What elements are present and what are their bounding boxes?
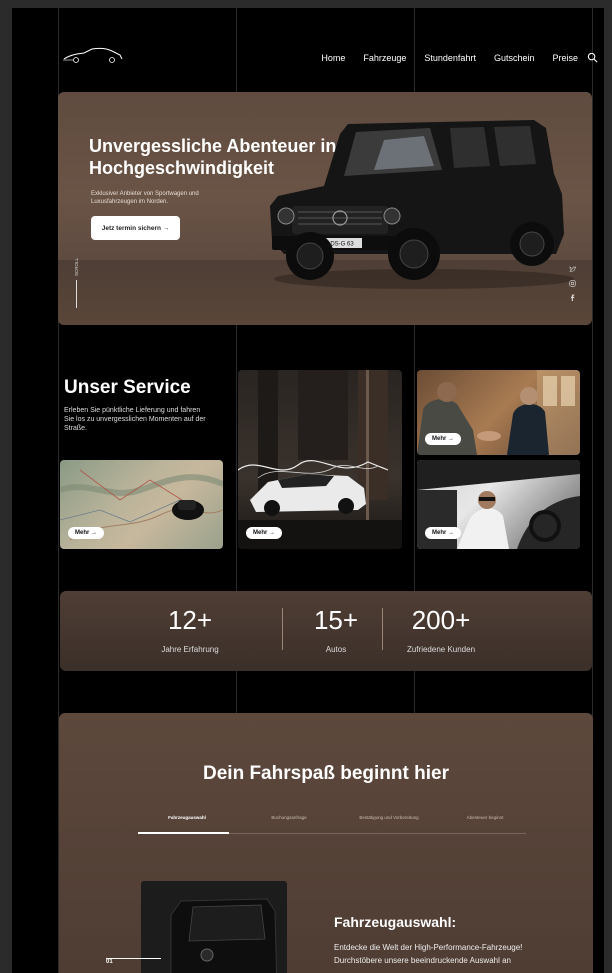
step-heading: Fahrzeugauswahl: [334, 914, 457, 930]
facebook-icon[interactable] [569, 294, 576, 301]
search-icon[interactable] [587, 52, 598, 63]
journey-tabs: Fahrzeugauswahl Buchungsanfrage Bestätig… [138, 813, 526, 834]
white-sportscar-image [238, 370, 402, 549]
stat-value: 15+ [313, 605, 359, 635]
service-card-delivery[interactable]: Mehr → [60, 460, 223, 549]
tab-abenteuer[interactable]: Abenteuer beginnt [440, 815, 530, 820]
page-canvas: Home Fahrzeuge Stundenfahrt Gutschein Pr… [12, 8, 604, 973]
scroll-label: SCROLL [74, 258, 79, 277]
g-class-car-image: DS-G 63 [270, 120, 574, 289]
service-card-sportscar[interactable]: Mehr → [238, 370, 402, 549]
nav-gutschein[interactable]: Gutschein [494, 53, 535, 63]
stats-bar: 12+ Jahre Erfahrung 15+ Autos 200+ Zufri… [60, 591, 592, 671]
main-nav: Home Fahrzeuge Stundenfahrt Gutschein Pr… [303, 52, 598, 63]
tab-bestaetigung[interactable]: Bestätigung und Vorbereitung [344, 815, 434, 820]
service-card-consulting[interactable]: Mehr → [417, 370, 580, 455]
nav-preise[interactable]: Preise [552, 53, 578, 63]
step-description: Entdecke die Welt der High-Performance-F… [334, 943, 523, 965]
journey-section: Dein Fahrspaß beginnt hier Fahrzeugauswa… [59, 713, 593, 973]
instagram-icon[interactable] [569, 280, 576, 287]
vehicle-selection-image [141, 881, 287, 973]
dark-suv-image [170, 898, 278, 973]
hero-subtitle: Exklusiver Anbieter von Sportwagen und L… [91, 191, 199, 205]
scroll-line [76, 280, 77, 308]
more-button[interactable]: Mehr → [425, 527, 461, 539]
stat-label: Zufriedene Kunden [406, 645, 476, 654]
twitter-icon[interactable] [569, 266, 576, 273]
tab-buchungsanfrage[interactable]: Buchungsanfrage [244, 815, 334, 820]
stat-years: 12+ Jahre Erfahrung [145, 605, 235, 654]
stat-value: 200+ [411, 605, 471, 635]
active-tab-indicator [138, 832, 229, 834]
stat-customers: 200+ Zufriedene Kunden [381, 605, 501, 654]
step-number: 01 [106, 959, 113, 965]
stat-value: 12+ [167, 605, 213, 635]
hero-banner: Unvergessliche Abenteuer in Hochgeschwin… [58, 92, 592, 325]
more-button[interactable]: Mehr → [425, 433, 461, 445]
service-card-chauffeur[interactable]: Mehr → [417, 460, 580, 549]
nav-fahrzeuge[interactable]: Fahrzeuge [363, 53, 406, 63]
logo-car-icon[interactable] [62, 46, 124, 64]
stat-divider [282, 608, 283, 650]
services-text: Erleben Sie pünktliche Lieferung und fah… [64, 407, 206, 432]
step-line [106, 958, 161, 959]
services-title: Unser Service [64, 377, 191, 398]
journey-title: Dein Fahrspaß beginnt hier [203, 763, 449, 784]
stat-label: Jahre Erfahrung [161, 645, 219, 654]
license-plate: DS-G 63 [330, 242, 354, 248]
stat-cars: 15+ Autos [291, 605, 381, 654]
nav-stundenfahrt[interactable]: Stundenfahrt [424, 53, 476, 63]
more-button[interactable]: Mehr → [246, 527, 282, 539]
book-appointment-button[interactable]: Jetz termin sichern → [91, 216, 180, 240]
more-button[interactable]: Mehr → [68, 527, 104, 539]
tab-fahrzeugauswahl[interactable]: Fahrzeugauswahl [142, 815, 232, 820]
stat-label: Autos [325, 645, 347, 654]
nav-home[interactable]: Home [321, 53, 345, 63]
